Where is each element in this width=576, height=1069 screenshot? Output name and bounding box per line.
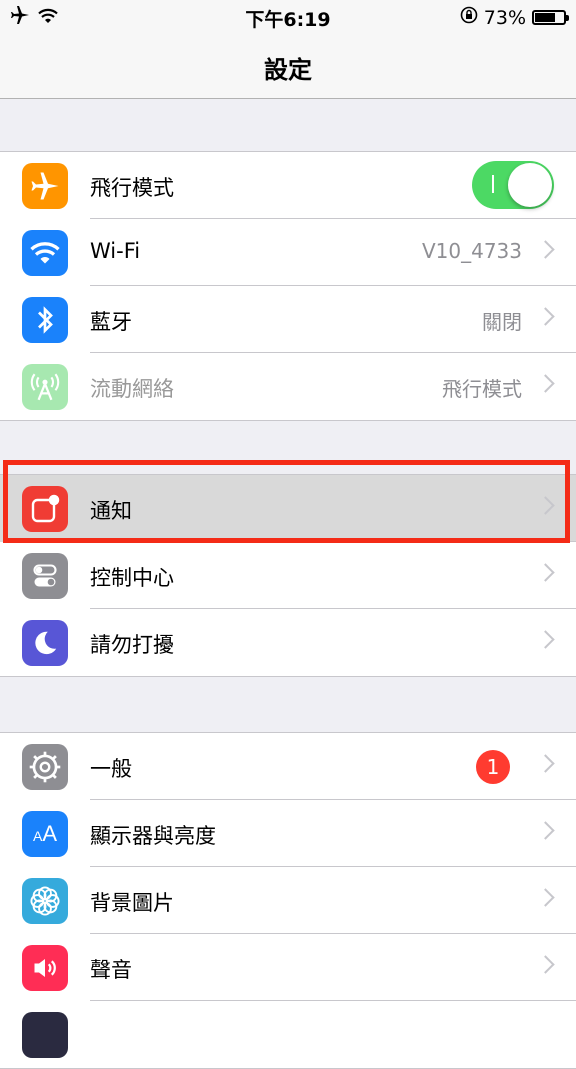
status-right: 73% [460,6,569,29]
settings-row-label: 顯示器與亮度 [90,824,216,848]
settings-row-wallpaper[interactable]: 背景圖片 [0,867,576,934]
chevron-right-icon [536,563,555,582]
settings-row-label: 背景圖片 [90,891,174,915]
settings-group-connectivity: 飛行模式 Wi-Fi V10_4733 藍牙 關閉 流動網絡 飛行模式 [0,151,576,421]
settings-row-bluetooth[interactable]: 藍牙 關閉 [0,286,576,353]
toggle-knob [508,163,552,207]
settings-row-cellular[interactable]: 流動網絡 飛行模式 [0,353,576,420]
moon-icon [22,620,68,666]
toggle-on-mark [492,175,494,193]
settings-row-label: 飛行模式 [90,176,174,200]
settings-row-label: 請勿打擾 [90,633,174,657]
chevron-right-icon [536,240,555,259]
airplane-mode-toggle[interactable] [472,161,554,209]
airplane-icon [22,163,68,209]
settings-row-wifi[interactable]: Wi-Fi V10_4733 [0,219,576,286]
battery-level [535,13,555,22]
chevron-right-icon [536,888,555,907]
settings-row-label: 控制中心 [90,566,174,590]
settings-row-label: 藍牙 [90,310,132,334]
settings-row-value: 飛行模式 [442,377,522,401]
page-title: 設定 [264,56,312,84]
chevron-right-icon [536,307,555,326]
settings-row-label: 聲音 [90,958,132,982]
speaker-icon [22,945,68,991]
settings-group-notifications: 通知 控制中心 請勿打擾 [0,474,576,677]
app-icon [22,1012,68,1058]
status-bar: 下午6:19 73% [0,0,576,34]
battery-percent: 73% [483,6,526,29]
settings-row-label: Wi-Fi [90,239,141,263]
gear-icon [22,744,68,790]
settings-row-notifications[interactable]: 通知 [0,475,576,542]
chevron-right-icon [536,374,555,393]
settings-row-control-center[interactable]: 控制中心 [0,542,576,609]
settings-row-partial[interactable] [0,1001,576,1068]
text-size-icon: AA [22,811,68,857]
settings-row-general[interactable]: 一般 1 [0,733,576,800]
notifications-icon [22,486,68,532]
wifi-icon [22,230,68,276]
battery-icon [532,10,569,25]
navigation-bar: 設定 [0,34,576,99]
control-center-icon [22,553,68,599]
settings-row-sounds[interactable]: 聲音 [0,934,576,1001]
cellular-icon [22,364,68,410]
settings-row-label: 流動網絡 [90,377,174,401]
settings-row-value: V10_4733 [421,239,522,263]
settings-row-label: 通知 [90,499,132,523]
settings-group-general: 一般 1 AA 顯示器與亮度 背景圖片 聲音 [0,732,576,1069]
chevron-right-icon [536,496,555,515]
chevron-right-icon [536,821,555,840]
update-badge: 1 [476,750,510,784]
orientation-lock-icon [460,6,478,29]
chevron-right-icon [536,754,555,773]
settings-row-do-not-disturb[interactable]: 請勿打擾 [0,609,576,676]
chevron-right-icon [536,630,555,649]
settings-row-value: 關閉 [482,310,522,334]
settings-row-airplane-mode[interactable]: 飛行模式 [0,152,576,219]
settings-row-label: 一般 [90,757,132,781]
wallpaper-icon [22,878,68,924]
settings-row-display-brightness[interactable]: AA 顯示器與亮度 [0,800,576,867]
chevron-right-icon [536,955,555,974]
bluetooth-icon [22,297,68,343]
